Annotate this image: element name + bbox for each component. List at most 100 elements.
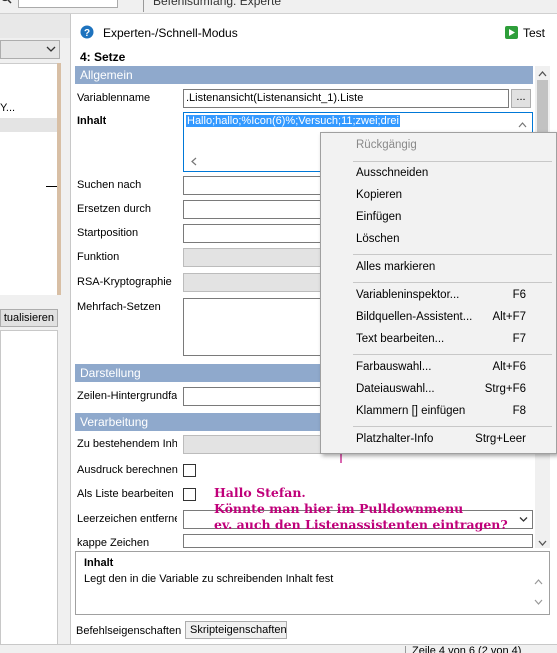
menu-item-label: Klammern [] einfügen [356, 405, 466, 417]
left-panel: Y... tualisieren [0, 14, 70, 648]
tab-befehlseigenschaften[interactable]: Befehlseigenschaften [74, 622, 184, 640]
tab-skripteigenschaften[interactable]: Skripteigenschaften [185, 621, 287, 639]
left-list-selected-row[interactable] [0, 118, 60, 132]
menu-item-shortcut: Alt+F7 [492, 311, 526, 323]
inhalt-label: Inhalt [77, 115, 107, 127]
bestehend-select[interactable] [183, 435, 323, 454]
mehrfach-field[interactable] [183, 298, 323, 356]
menu-item-alles-markieren[interactable]: Alles markieren [321, 257, 556, 279]
menu-item-label: Variableninspektor... [356, 289, 460, 301]
kappe-field[interactable] [183, 534, 533, 548]
menu-item-label: Alles markieren [356, 261, 436, 273]
menu-item-shortcut: F8 [512, 405, 526, 417]
section-allgemein[interactable]: Allgemein [75, 66, 533, 84]
liste-label: Als Liste bearbeiten [77, 488, 174, 500]
status-divider [405, 646, 406, 653]
left-bottom-list[interactable] [0, 330, 58, 648]
step-title: 4: Setze [80, 50, 126, 64]
startposition-field[interactable] [183, 224, 323, 243]
funktion-select[interactable] [183, 248, 323, 267]
menu-item-shortcut: F7 [512, 333, 526, 345]
mode-title: Experten-/Schnell-Modus [103, 26, 238, 40]
refresh-button[interactable]: tualisieren [0, 309, 58, 327]
test-button-label: Test [523, 26, 546, 40]
help-scroll-down-icon[interactable] [534, 597, 543, 609]
left-header-bar [0, 14, 70, 38]
suchen-field[interactable] [183, 176, 323, 195]
inhalt-selected-text[interactable]: Hallo;hallo;%Icon(6)%;Versuch;11;zwei;dr… [186, 115, 400, 127]
help-icon[interactable]: ? [80, 25, 94, 39]
left-splitter[interactable] [57, 63, 61, 295]
ersetzen-field[interactable] [183, 200, 323, 219]
annotation-line-1: Hallo Stefan. [214, 485, 306, 500]
annotation-line-3: ev. auch den Listenassistenten eintragen… [214, 517, 508, 532]
tab-befehlsumfang[interactable]: Befehlsumfang: Experte [153, 0, 281, 8]
scroll-thumb[interactable] [537, 80, 548, 140]
search-icon[interactable] [0, 0, 12, 6]
menu-item-label: Text bearbeiten... [356, 333, 445, 345]
rsa-label: RSA-Kryptographie [77, 276, 172, 288]
menu-item-platzhalter-info[interactable]: Platzhalter-Info Strg+Leer [321, 429, 556, 451]
status-row-info: Zeile 4 von 6 (2 von 4) [412, 645, 522, 653]
menu-item-shortcut: F6 [512, 289, 526, 301]
menu-item-label: Bildquellen-Assistent... [356, 311, 473, 323]
menu-item-kopieren[interactable]: Kopieren [321, 185, 556, 207]
tab-skripteigenschaften-label: Skripteigenschaften [190, 624, 287, 636]
inhalt-scroll-up-icon[interactable] [518, 119, 527, 131]
help-title: Inhalt [84, 557, 114, 569]
kappe-label: kappe Zeichen [77, 537, 150, 549]
bestehend-label: Zu bestehendem Inha [77, 438, 177, 450]
top-search-input[interactable] [18, 0, 118, 8]
variablenname-field[interactable]: .Listenansicht(Listenansicht_1).Liste [183, 89, 509, 108]
ausdruck-label: Ausdruck berechnen [77, 464, 178, 476]
menu-item-label: Einfügen [356, 211, 402, 223]
menu-item-label: Kopieren [356, 189, 403, 201]
inhalt-scroll-left-icon[interactable] [190, 157, 197, 169]
zeilen-field[interactable] [183, 387, 323, 406]
help-text: Legt den in die Variable zu schreibenden… [84, 573, 334, 585]
annotation-line-2: Könnte man hier im Pulldownmenu [214, 501, 464, 516]
help-scroll-up-icon[interactable] [534, 576, 543, 588]
menu-item-ausschneiden[interactable]: Ausschneiden [321, 163, 556, 185]
left-list[interactable]: Y... [0, 63, 60, 295]
browse-label: ... [516, 91, 526, 103]
scroll-down-icon[interactable] [538, 538, 547, 550]
left-dropdown[interactable] [0, 40, 60, 59]
test-button[interactable]: Test [503, 24, 553, 42]
ausdruck-checkbox[interactable] [183, 464, 196, 477]
refresh-button-label: tualisieren [3, 312, 54, 324]
menu-item-shortcut: Strg+F6 [484, 383, 526, 395]
variablenname-browse-button[interactable]: ... [511, 89, 531, 108]
scroll-up-icon[interactable] [538, 68, 547, 80]
top-toolbar: Befehlsumfang: Experte [0, 0, 557, 14]
menu-item-dateiauswahl[interactable]: Dateiauswahl... Strg+F6 [321, 379, 556, 401]
menu-item-shortcut: Strg+Leer [475, 433, 526, 445]
svg-text:?: ? [84, 28, 90, 39]
rsa-select[interactable] [183, 273, 323, 292]
startposition-label: Startposition [77, 227, 139, 239]
variablenname-value: .Listenansicht(Listenansicht_1).Liste [186, 92, 364, 104]
menu-item-klammern-einfuegen[interactable]: Klammern [] einfügen F8 [321, 401, 556, 423]
zeilen-label: Zeilen-Hintergrundfarl [77, 390, 177, 402]
menu-separator [353, 354, 552, 355]
menu-item-label: Farbauswahl... [356, 361, 432, 373]
chevron-down-icon [45, 43, 57, 58]
menu-item-variableninspektor[interactable]: Variableninspektor... F6 [321, 285, 556, 307]
menu-item-loeschen[interactable]: Löschen [321, 229, 556, 251]
menu-item-label: Löschen [356, 233, 400, 245]
menu-item-label: Rückgängig [356, 139, 417, 151]
context-menu: Rückgängig Ausschneiden Kopieren Einfüge… [320, 132, 557, 454]
menu-item-text-bearbeiten[interactable]: Text bearbeiten... F7 [321, 329, 556, 351]
mehrfach-label: Mehrfach-Setzen [77, 301, 161, 313]
play-icon [505, 26, 518, 42]
liste-checkbox[interactable] [183, 488, 196, 501]
menu-item-label: Dateiauswahl... [356, 383, 435, 395]
menu-item-shortcut: Alt+F6 [492, 361, 526, 373]
menu-item-bildquellen-assistent[interactable]: Bildquellen-Assistent... Alt+F7 [321, 307, 556, 329]
menu-item-farbauswahl[interactable]: Farbauswahl... Alt+F6 [321, 357, 556, 379]
menu-item-einfuegen[interactable]: Einfügen [321, 207, 556, 229]
funktion-label: Funktion [77, 251, 120, 263]
ersetzen-label: Ersetzen durch [77, 203, 151, 215]
left-list-item[interactable]: Y... [0, 102, 15, 114]
chevron-down-icon[interactable] [518, 514, 529, 528]
